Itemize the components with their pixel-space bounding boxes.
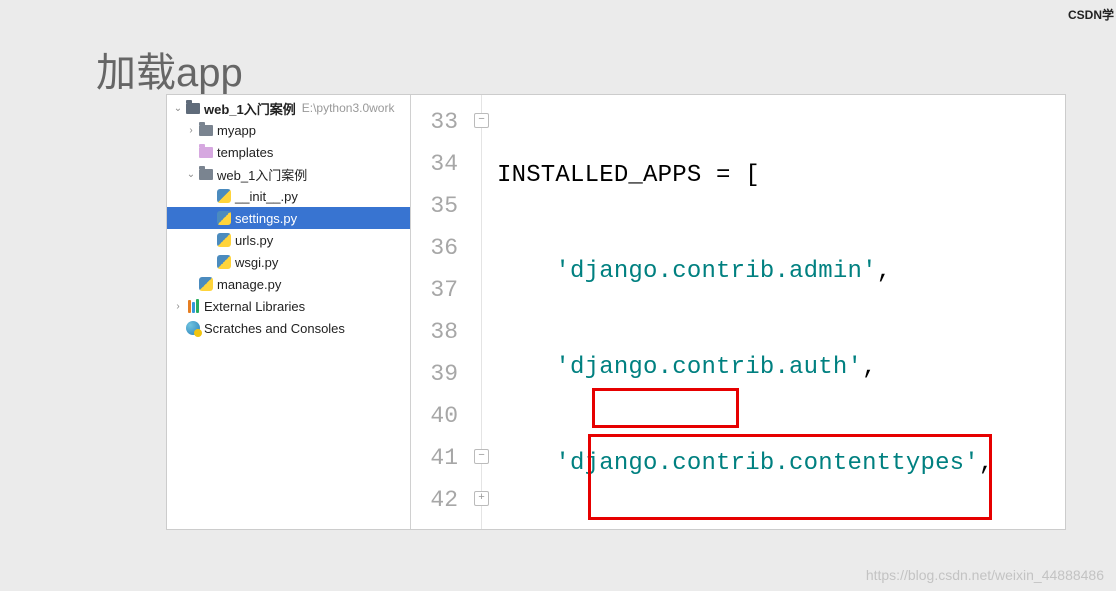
tree-label: web_1入门案例 [217, 165, 307, 184]
tree-folder-myapp[interactable]: › myapp [167, 119, 410, 141]
folder-icon [184, 103, 202, 114]
code-line: 'django.contrib.auth', [497, 347, 1065, 389]
python-file-icon [215, 233, 233, 247]
line-number: 34 [411, 143, 458, 185]
tree-file-manage[interactable]: manage.py [167, 273, 410, 295]
line-number: 38 [411, 311, 458, 353]
tree-label: web_1入门案例 [204, 99, 296, 118]
folder-icon [197, 169, 215, 180]
tree-label: urls.py [235, 233, 273, 248]
tree-path: E:\python3.0work [302, 101, 395, 115]
python-file-icon [215, 189, 233, 203]
line-number: 36 [411, 227, 458, 269]
tree-file-urls[interactable]: urls.py [167, 229, 410, 251]
chevron-down-icon: ⌄ [172, 103, 184, 114]
tree-label: __init__.py [235, 189, 298, 204]
tree-file-settings[interactable]: settings.py [167, 207, 410, 229]
line-number: 40 [411, 395, 458, 437]
tree-label: Scratches and Consoles [204, 321, 345, 336]
python-file-icon [215, 255, 233, 269]
ide-window: ⌄ web_1入门案例 E:\python3.0work › myapp tem… [166, 94, 1066, 530]
chevron-down-icon: ⌄ [185, 169, 197, 180]
code-line: INSTALLED_APPS = [ [497, 155, 1065, 197]
python-file-icon [215, 211, 233, 225]
tree-file-init[interactable]: __init__.py [167, 185, 410, 207]
tree-label: templates [217, 145, 273, 160]
fold-collapse-icon[interactable]: − [474, 449, 489, 464]
tree-label: myapp [217, 123, 256, 138]
tree-project-root[interactable]: ⌄ web_1入门案例 E:\python3.0work [167, 97, 410, 119]
tree-file-wsgi[interactable]: wsgi.py [167, 251, 410, 273]
folder-icon [197, 125, 215, 136]
fold-gutter: − − + [473, 95, 491, 529]
annotation-highlight-box [592, 388, 739, 428]
chevron-right-icon: › [172, 301, 184, 312]
code-line: 'django.contrib.contenttypes', [497, 443, 1065, 485]
fold-expand-icon[interactable]: + [474, 491, 489, 506]
tree-label: wsgi.py [235, 255, 278, 270]
tree-folder-pkg[interactable]: ⌄ web_1入门案例 [167, 163, 410, 185]
tree-external-libraries[interactable]: › External Libraries [167, 295, 410, 317]
tree-scratches[interactable]: Scratches and Consoles [167, 317, 410, 339]
library-icon [184, 299, 202, 313]
tree-label: settings.py [235, 211, 297, 226]
project-tree[interactable]: ⌄ web_1入门案例 E:\python3.0work › myapp tem… [167, 95, 411, 529]
tree-label: External Libraries [204, 299, 305, 314]
fold-collapse-icon[interactable]: − [474, 113, 489, 128]
watermark-bottom: https://blog.csdn.net/weixin_44888486 [866, 567, 1104, 583]
line-number: 37 [411, 269, 458, 311]
folder-icon [197, 147, 215, 158]
line-number: 42 [411, 479, 458, 521]
code-area[interactable]: INSTALLED_APPS = [ 'django.contrib.admin… [491, 95, 1065, 529]
scratch-icon [184, 321, 202, 335]
python-file-icon [197, 277, 215, 291]
line-number: 35 [411, 185, 458, 227]
heading: 加载app [96, 40, 243, 98]
tree-label: manage.py [217, 277, 281, 292]
line-number: 41 [411, 437, 458, 479]
chevron-right-icon: › [185, 125, 197, 136]
watermark-top: CSDN学 [1068, 6, 1114, 23]
line-number-gutter: 33 34 35 36 37 38 39 40 41 42 [411, 95, 473, 529]
line-number: 33 [411, 101, 458, 143]
tree-folder-templates[interactable]: templates [167, 141, 410, 163]
line-number: 39 [411, 353, 458, 395]
code-line: 'django.contrib.admin', [497, 251, 1065, 293]
code-editor[interactable]: 33 34 35 36 37 38 39 40 41 42 − − + INST… [411, 95, 1065, 529]
